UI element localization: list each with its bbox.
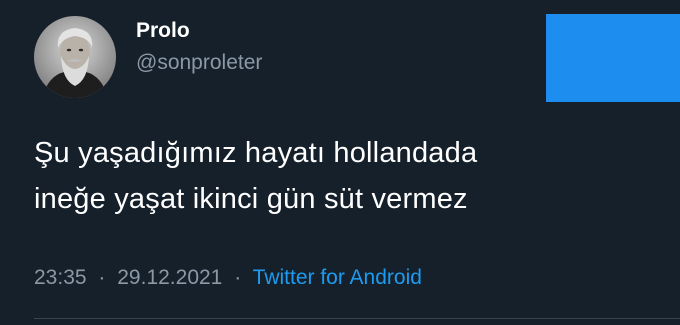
display-name[interactable]: Prolo bbox=[136, 18, 190, 44]
divider bbox=[34, 318, 680, 319]
meta-separator: · bbox=[98, 266, 106, 289]
tweet-text-line: ineğe yaşat ikinci gün süt vermez bbox=[34, 183, 468, 215]
tweet-meta: 23:35 · 29.12.2021 · Twitter for Android bbox=[34, 264, 422, 292]
tweet-date[interactable]: 29.12.2021 bbox=[117, 266, 222, 289]
follow-button[interactable] bbox=[546, 14, 680, 102]
user-handle[interactable]: @sonproleter bbox=[136, 50, 262, 76]
tweet-text-line: Şu yaşadığımız hayatı hollandada bbox=[34, 137, 478, 169]
tweet-card: Prolo @sonproleter Şu yaşadığımız hayatı… bbox=[0, 0, 680, 325]
tweet-time[interactable]: 23:35 bbox=[34, 266, 87, 289]
tweet-text: Şu yaşadığımız hayatı hollandada ineğe y… bbox=[34, 130, 654, 222]
tweet-source-link[interactable]: Twitter for Android bbox=[253, 266, 422, 289]
avatar[interactable] bbox=[34, 16, 116, 98]
avatar-portrait-icon bbox=[34, 16, 116, 98]
meta-separator: · bbox=[234, 266, 242, 289]
